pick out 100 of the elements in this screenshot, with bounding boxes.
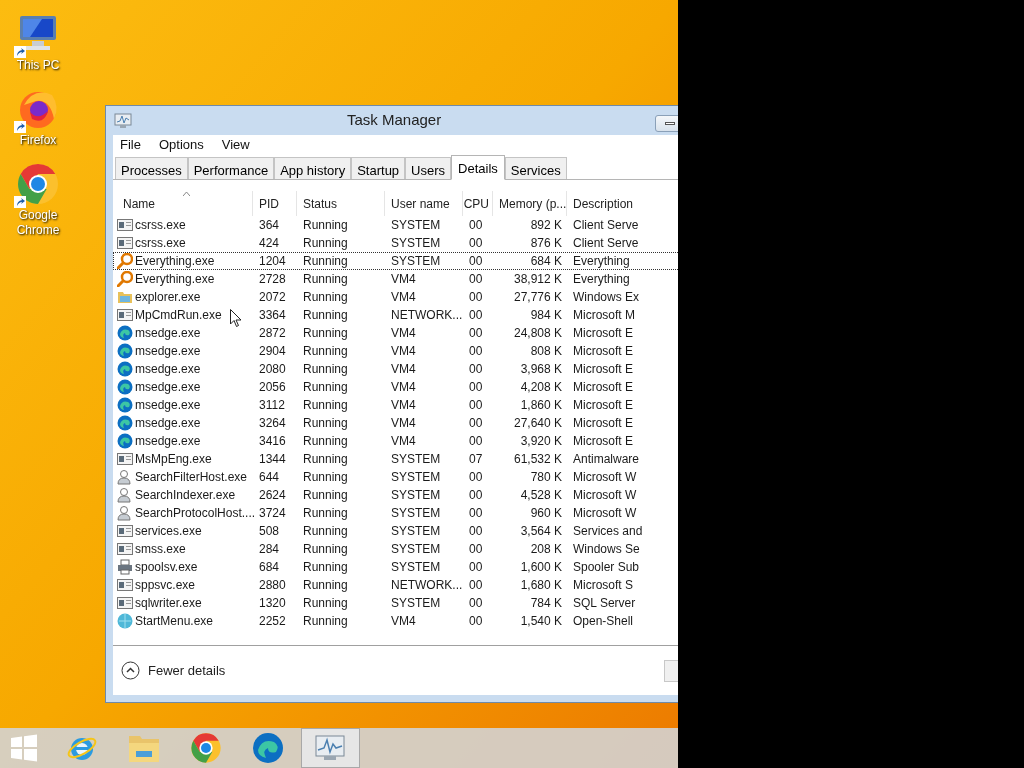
minimize-button[interactable] [655,115,678,132]
monitor-graph-icon[interactable] [314,734,346,762]
column-header[interactable]: PID [253,191,297,216]
process-row[interactable]: explorer.exe 2072 Running VM4 00 27,776 K Windows Ex [113,288,678,306]
process-row[interactable]: SearchFilterHost.exe 644 Running SYSTEM 00 780 K Microsoft W [113,468,678,486]
column-header[interactable]: Description [567,191,678,216]
table-cell-text: VM4 [390,415,417,432]
table-cell-text: Spooler Sub [572,559,641,576]
table-cell-text: sqlwriter.exe [135,595,202,612]
table-cell-text: Microsoft E [572,397,634,414]
process-row[interactable]: Everything.exe 1204 Running SYSTEM 00 684 K Everything [113,252,678,270]
table-cell-text: 00 [468,505,484,522]
window-icon [117,541,133,557]
swirl-circle-icon[interactable] [252,732,284,764]
process-row[interactable]: Everything.exe 2728 Running VM4 00 38,912 K Everything [113,270,678,288]
table-cell-text: 00 [468,541,484,558]
table-cell-text: SYSTEM [390,595,442,612]
table-cell-text: Running [302,397,349,414]
table-cell-text: VM4 [390,325,417,342]
fewer-details-button[interactable]: Fewer details [121,660,226,681]
shortcut-arrow-icon [14,46,26,58]
table-cell-text: sppsvc.exe [135,577,196,594]
folder-icon[interactable] [128,733,160,763]
process-row[interactable]: msedge.exe 2872 Running VM4 00 24,808 K Microsoft E [113,324,678,342]
table-cell-text: Open-Shell [572,613,635,630]
table-cell-text: 960 K [529,505,563,522]
table-cell-text: 3,564 K [519,523,563,540]
table-cell-text: 892 K [529,217,563,234]
table-cell-text: csrss.exe [135,217,186,234]
process-row[interactable]: smss.exe 284 Running SYSTEM 00 208 K Windows Se [113,540,678,558]
magnifier-icon [117,253,133,269]
table-cell-text: 2056 [258,379,287,396]
tab[interactable]: Processes [115,157,188,179]
table-cell-text: Running [302,451,349,468]
table-cell-text: 00 [468,325,484,342]
tab[interactable]: Startup [351,157,406,179]
column-header[interactable]: Memory (p... [493,191,567,216]
process-row[interactable]: sqlwriter.exe 1320 Running SYSTEM 00 784 K SQL Server [113,594,678,612]
process-row[interactable]: msedge.exe 2904 Running VM4 00 808 K Microsoft E [113,342,678,360]
table-cell-text: VM4 [390,433,417,450]
tab[interactable]: Performance [187,157,275,179]
column-header[interactable]: User name [385,191,463,216]
window-icon [117,523,133,539]
table-cell-text: msedge.exe [135,415,201,432]
table-cell-text: Everything [572,253,631,270]
table-cell-text: 00 [468,523,484,540]
table-cell-text: 3264 [258,415,287,432]
process-row[interactable]: services.exe 508 Running SYSTEM 00 3,564 K Services and [113,522,678,540]
column-header[interactable]: Status [297,191,385,216]
table-cell-text: SearchIndexer.exe [135,487,236,504]
table-cell-text: 644 [258,469,281,486]
monitor-graph-icon [114,112,132,129]
process-row[interactable]: msedge.exe 3264 Running VM4 00 27,640 K Microsoft E [113,414,678,432]
table-cell-text: Microsoft E [572,361,634,378]
process-row[interactable]: StartMenu.exe 2252 Running VM4 00 1,540 K Open-Shell [113,612,678,630]
table-cell-text: Microsoft W [572,505,638,522]
process-row[interactable]: SearchProtocolHost.... 3724 Running SYSTEM 00 960 K Microsoft W [113,504,678,522]
menu-item[interactable]: Options [158,135,204,155]
table-cell-text: 3364 [258,307,287,324]
process-row[interactable]: csrss.exe 424 Running SYSTEM 00 876 K Client Serve [113,234,678,252]
table-cell-text: Microsoft E [572,379,634,396]
table-cell-text: SYSTEM [390,505,442,522]
window-icon [117,235,133,251]
process-row[interactable]: MpCmdRun.exe 3364 Running NETWORK... 00 984 K Microsoft M [113,306,678,324]
table-cell-text: services.exe [135,523,202,540]
process-row[interactable]: msedge.exe 3416 Running VM4 00 3,920 K Microsoft E [113,432,678,450]
search-person-icon [117,505,133,521]
table-cell-text: csrss.exe [135,235,186,252]
process-row[interactable]: csrss.exe 364 Running SYSTEM 00 892 K Client Serve [113,216,678,234]
menu-item[interactable]: View [221,135,250,155]
mouse-pointer-icon [230,309,242,328]
table-cell-text: 00 [468,595,484,612]
table-cell-text: SYSTEM [390,559,442,576]
column-header[interactable]: CPU [463,191,493,216]
process-row[interactable]: sppsvc.exe 2880 Running NETWORK... 00 1,680 K Microsoft S [113,576,678,594]
process-row[interactable]: MsMpEng.exe 1344 Running SYSTEM 07 61,532 K Antimalware [113,450,678,468]
table-cell-text: MpCmdRun.exe [135,307,222,324]
tab[interactable]: Details [451,155,505,180]
swirl-circle-icon [117,433,133,449]
process-row[interactable]: msedge.exe 2080 Running VM4 00 3,968 K Microsoft E [113,360,678,378]
table-cell-text: Microsoft E [572,343,634,360]
process-row[interactable]: msedge.exe 3112 Running VM4 00 1,860 K Microsoft E [113,396,678,414]
process-row[interactable]: SearchIndexer.exe 2624 Running SYSTEM 00 4,528 K Microsoft W [113,486,678,504]
table-cell-text: VM4 [390,343,417,360]
chrome-circle-icon[interactable] [190,732,222,764]
table-cell-text: 00 [468,487,484,504]
tab[interactable]: Users [405,157,452,179]
menu-item[interactable]: File [120,135,141,155]
table-cell-text: 00 [468,559,484,576]
column-header[interactable]: Name [113,191,253,216]
tab[interactable]: Services [504,157,567,179]
process-row[interactable]: spoolsv.exe 684 Running SYSTEM 00 1,600 K Spooler Sub [113,558,678,576]
table-cell-text: 2624 [258,487,287,504]
table-cell-text: 00 [468,397,484,414]
table-cell-text: Running [302,559,349,576]
window-title: Task Manager [347,110,442,131]
process-row[interactable]: msedge.exe 2056 Running VM4 00 4,208 K Microsoft E [113,378,678,396]
table-cell-text: msedge.exe [135,361,201,378]
table-cell-text: 00 [468,577,484,594]
tab[interactable]: App history [274,157,352,179]
